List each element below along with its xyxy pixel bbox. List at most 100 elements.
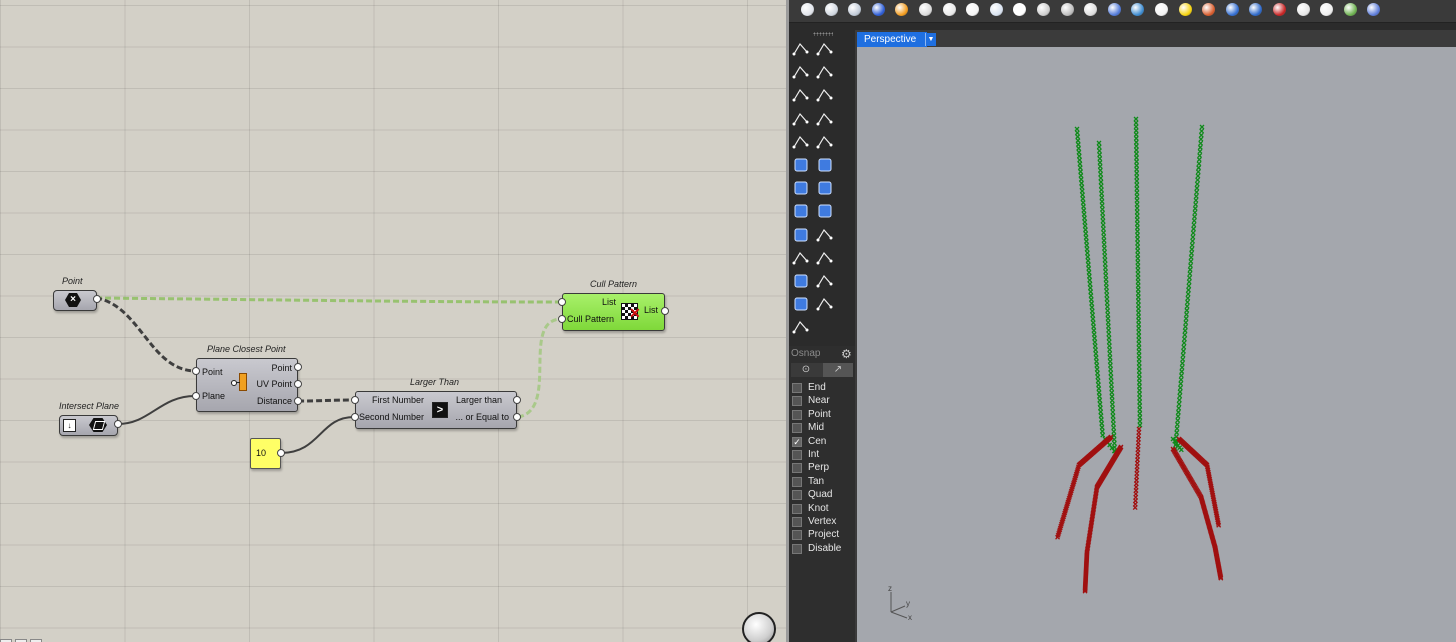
osnap-checkbox[interactable] bbox=[792, 423, 802, 434]
gear-icon[interactable]: ⚙ bbox=[841, 347, 852, 361]
osnap-checkbox[interactable] bbox=[792, 396, 802, 407]
larger-than-component[interactable]: First Number Second Number Larger than .… bbox=[355, 391, 517, 429]
osnap-checkbox[interactable] bbox=[792, 490, 802, 501]
osnap-tab-object-snap[interactable]: ⊙ bbox=[791, 363, 821, 377]
polyline-icon[interactable] bbox=[791, 63, 813, 83]
osnap-checkbox[interactable] bbox=[792, 409, 802, 420]
osnap-item-label: Mid bbox=[808, 422, 825, 434]
grid-icon[interactable] bbox=[1365, 1, 1383, 19]
fillet-icon[interactable] bbox=[815, 133, 837, 153]
group-icon[interactable] bbox=[815, 272, 837, 292]
cull-pattern-input-grip[interactable] bbox=[558, 315, 566, 323]
intersect-plane-param[interactable]: ↓ bbox=[59, 415, 118, 436]
osnap-checkbox[interactable] bbox=[792, 450, 802, 460]
intersect-plane-output-grip[interactable] bbox=[114, 420, 122, 428]
explode-icon[interactable] bbox=[815, 226, 837, 246]
pcp-point-input-grip[interactable] bbox=[192, 367, 200, 375]
pcp-plane-input-grip[interactable] bbox=[192, 392, 200, 400]
osnap-checkbox[interactable]: ✓ bbox=[792, 436, 802, 447]
rectangle-icon[interactable] bbox=[815, 110, 837, 130]
yellow-ball-icon[interactable] bbox=[1177, 1, 1195, 19]
select-icon[interactable] bbox=[791, 40, 813, 60]
more-icon[interactable] bbox=[791, 318, 813, 338]
canvas-navigation-widget[interactable] bbox=[742, 612, 776, 642]
rendered-icon[interactable] bbox=[846, 1, 864, 19]
render-window-icon[interactable] bbox=[1247, 1, 1265, 19]
larger-than-input-first: First Number bbox=[372, 395, 425, 405]
ellipse-icon[interactable] bbox=[791, 110, 813, 130]
larger-than-first-input-grip[interactable] bbox=[351, 396, 359, 404]
wireframe-icon[interactable] bbox=[799, 1, 817, 19]
osnap-checkbox[interactable] bbox=[792, 530, 802, 541]
point-output-grip[interactable] bbox=[93, 295, 101, 303]
osnap-tab-curve-snap[interactable]: ↗ bbox=[823, 363, 853, 377]
technical-icon[interactable] bbox=[964, 1, 982, 19]
light-icon[interactable] bbox=[1035, 1, 1053, 19]
box-icon[interactable] bbox=[1318, 1, 1336, 19]
polygon-icon[interactable] bbox=[791, 133, 813, 153]
pcp-uv-output-grip[interactable] bbox=[294, 380, 302, 388]
artistic-icon[interactable] bbox=[988, 1, 1006, 19]
light3-icon[interactable] bbox=[1082, 1, 1100, 19]
blue-sphere-icon[interactable] bbox=[870, 1, 888, 19]
osnap-item-label: Knot bbox=[808, 502, 829, 514]
display-toolbar bbox=[789, 0, 1456, 23]
layers-icon[interactable] bbox=[1342, 1, 1360, 19]
curve-icon[interactable] bbox=[815, 63, 837, 83]
pen-icon[interactable] bbox=[1011, 1, 1029, 19]
box-solid-icon[interactable] bbox=[791, 179, 813, 199]
osnap-checkbox[interactable] bbox=[792, 543, 802, 554]
cull-pattern-title: Cull Pattern bbox=[590, 279, 638, 289]
osnap-checkbox[interactable] bbox=[792, 476, 802, 487]
cull-pattern-component[interactable]: List Cull Pattern List ✕ bbox=[562, 293, 665, 331]
viewport-tab-perspective[interactable]: Perspective bbox=[857, 32, 927, 47]
toolbar-grip[interactable] bbox=[813, 32, 833, 36]
osnap-checkbox[interactable] bbox=[792, 503, 802, 514]
surface-icon[interactable] bbox=[791, 156, 813, 176]
arc-icon[interactable] bbox=[815, 86, 837, 106]
environment-icon[interactable] bbox=[1129, 1, 1147, 19]
boolean-icon[interactable] bbox=[791, 272, 813, 292]
main-side-toolbar bbox=[789, 38, 853, 344]
circle-icon[interactable] bbox=[791, 86, 813, 106]
point-icon[interactable] bbox=[815, 40, 837, 60]
trim-icon[interactable] bbox=[815, 249, 837, 269]
dimension-icon[interactable] bbox=[815, 295, 837, 315]
osnap-checkbox[interactable] bbox=[792, 383, 802, 393]
analysis-icon[interactable] bbox=[1200, 1, 1218, 19]
number-panel-value[interactable]: 10 bbox=[256, 448, 266, 458]
plane-closest-point-component[interactable]: Point Plane Point UV Point Distance bbox=[196, 358, 298, 412]
ghosted-icon[interactable] bbox=[917, 1, 935, 19]
osnap-checkbox[interactable] bbox=[792, 463, 802, 474]
number-panel-output-grip[interactable] bbox=[277, 449, 285, 457]
xray-icon[interactable] bbox=[941, 1, 959, 19]
light2-icon[interactable] bbox=[1059, 1, 1077, 19]
render-icon[interactable] bbox=[1224, 1, 1242, 19]
cylinder-icon[interactable] bbox=[791, 202, 813, 222]
perspective-viewport[interactable]: z y x bbox=[857, 47, 1456, 642]
sphere-solid-icon[interactable] bbox=[815, 179, 837, 199]
pcp-point-output-grip[interactable] bbox=[294, 363, 302, 371]
extrude-icon[interactable] bbox=[815, 156, 837, 176]
text-icon[interactable] bbox=[791, 295, 813, 315]
larger-than-second-input-grip[interactable] bbox=[351, 413, 359, 421]
grasshopper-canvas[interactable]: Point × Plane Closest Point Point Plane … bbox=[0, 0, 786, 642]
shaded-icon[interactable] bbox=[823, 1, 841, 19]
material-icon[interactable] bbox=[1106, 1, 1124, 19]
larger-than-title: Larger Than bbox=[410, 377, 460, 387]
larger-than-larger-output-grip[interactable] bbox=[513, 396, 521, 404]
pcp-distance-output-grip[interactable] bbox=[294, 397, 302, 405]
larger-than-equal-output-grip[interactable] bbox=[513, 413, 521, 421]
point-param[interactable]: × bbox=[53, 290, 97, 311]
split-icon[interactable] bbox=[791, 249, 813, 269]
osnap-checkbox[interactable] bbox=[792, 517, 802, 527]
orange-sphere-icon[interactable] bbox=[893, 1, 911, 19]
display-icon[interactable] bbox=[1295, 1, 1313, 19]
chevron-down-icon[interactable]: ▼ bbox=[925, 33, 936, 46]
mesh-icon[interactable] bbox=[815, 202, 837, 222]
white-ball-icon[interactable] bbox=[1153, 1, 1171, 19]
cull-list-output-grip[interactable] bbox=[661, 307, 669, 315]
transform-icon[interactable] bbox=[791, 226, 813, 246]
cull-list-input-grip[interactable] bbox=[558, 298, 566, 306]
close-render-icon[interactable] bbox=[1271, 1, 1289, 19]
